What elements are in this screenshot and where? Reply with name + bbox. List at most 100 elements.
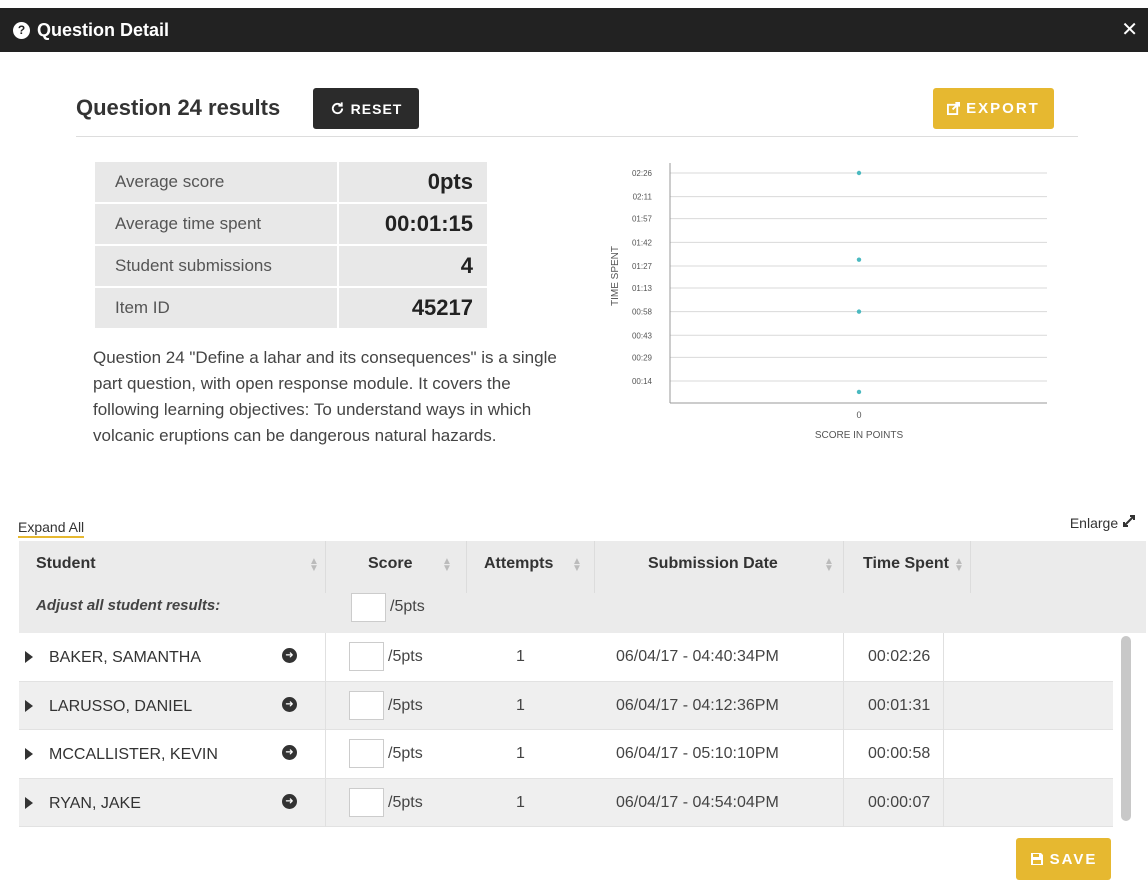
sort-icon[interactable]: ▲ ▼ (824, 557, 834, 574)
y-tick-label: 01:42 (632, 238, 653, 247)
floppy-disk-icon (1030, 853, 1043, 865)
pts-suffix: /5pts (388, 793, 423, 811)
help-icon: ? (13, 22, 30, 39)
student-name: RYAN, JAKE (49, 794, 141, 812)
col-score[interactable]: Score (368, 555, 412, 573)
arrow-right-circle-icon[interactable]: ➜ (282, 793, 297, 809)
stats-table: Average score 0pts Average time spent 00:0… (93, 160, 489, 330)
stat-row: Average score 0pts (93, 160, 489, 204)
pts-suffix: /5pts (388, 696, 423, 714)
time-spent: 00:02:26 (868, 648, 931, 665)
arrow-right-circle-icon[interactable]: ➜ (282, 648, 297, 663)
table-row[interactable]: BAKER, SAMANTHA ➜ /5pts 1 06/04/17 - 04:… (19, 633, 1113, 682)
pts-suffix: /5pts (390, 598, 425, 615)
y-tick-label: 00:14 (632, 377, 653, 386)
data-point (856, 389, 862, 395)
stat-row: Student submissions 4 (93, 244, 489, 288)
expand-arrows-icon (1123, 515, 1135, 527)
reset-button[interactable]: RESET (313, 88, 419, 129)
x-axis-label: SCORE IN POINTS (815, 430, 904, 441)
adjust-all-score-input[interactable] (351, 593, 386, 622)
col-submission-date[interactable]: Submission Date (648, 555, 778, 573)
column-divider (594, 541, 595, 593)
stat-row: Item ID 45217 (93, 286, 489, 330)
window-title: Question Detail (37, 20, 170, 40)
column-divider (843, 730, 844, 778)
attempts-value: 1 (516, 745, 525, 762)
attempts-value: 1 (516, 696, 525, 714)
stat-label: Average score (93, 160, 339, 204)
score-input[interactable] (349, 787, 384, 817)
column-divider (466, 541, 467, 593)
results-table-header: Student ▲ ▼ Score ▲ ▼ Attempts ▲ ▼ Submissi… (19, 541, 1146, 633)
stat-label: Average time spent (93, 202, 339, 246)
sort-icon[interactable]: ▲ ▼ (954, 557, 964, 574)
arrow-right-circle-icon[interactable]: ➜ (282, 745, 297, 760)
column-divider (943, 681, 944, 730)
x-tick-label: 0 (856, 410, 861, 420)
external-link-icon (947, 102, 961, 115)
column-divider (325, 541, 326, 593)
table-row[interactable]: LARUSSO, DANIEL ➜ /5pts 1 06/04/17 - 04:… (19, 681, 1113, 730)
stat-label: Student submissions (93, 244, 339, 288)
stat-value: 00:01:15 (337, 202, 489, 246)
column-divider (843, 541, 844, 593)
student-name: MCCALLISTER, KEVIN (49, 746, 218, 763)
stat-value: 0pts (337, 160, 489, 204)
column-divider (943, 730, 944, 778)
save-button[interactable]: SAVE (1016, 838, 1111, 880)
results-table-body: BAKER, SAMANTHA ➜ /5pts 1 06/04/17 - 04:… (19, 633, 1113, 827)
export-label: EXPORT (966, 100, 1040, 117)
column-divider (843, 633, 844, 681)
col-student[interactable]: Student (36, 555, 96, 573)
pts-suffix: /5pts (388, 745, 423, 762)
enlarge-label: Enlarge (1069, 515, 1119, 531)
submission-date: 06/04/17 - 04:40:34PM (616, 648, 779, 665)
arrow-right-circle-icon[interactable]: ➜ (282, 696, 297, 712)
data-point (856, 170, 862, 176)
data-point (856, 257, 862, 262)
score-input[interactable] (349, 739, 384, 768)
sort-icon[interactable]: ▲ ▼ (572, 557, 582, 574)
table-row[interactable]: RYAN, JAKE ➜ /5pts 1 06/04/17 - 04:54:04… (19, 778, 1113, 827)
pts-suffix: /5pts (388, 648, 423, 665)
column-divider (325, 681, 326, 730)
column-divider (325, 633, 326, 681)
divider (76, 136, 1078, 137)
y-tick-label: 02:26 (632, 169, 653, 178)
adjust-all-label: Adjust all student results: (36, 597, 221, 614)
title-bar: ? Question Detail ✕ (0, 8, 1148, 52)
stat-value: 4 (337, 244, 489, 288)
stat-row: Average time spent 00:01:15 (93, 202, 489, 246)
expand-caret-icon[interactable] (25, 651, 33, 663)
close-icon[interactable]: ✕ (1121, 17, 1138, 42)
student-name: BAKER, SAMANTHA (49, 649, 202, 666)
col-attempts[interactable]: Attempts (484, 555, 553, 573)
export-button[interactable]: EXPORT (933, 88, 1054, 129)
expand-caret-icon[interactable] (25, 748, 33, 760)
expand-caret-icon[interactable] (25, 796, 33, 809)
col-time-spent[interactable]: Time Spent (863, 555, 949, 573)
submission-date: 06/04/17 - 04:54:04PM (616, 793, 779, 811)
column-divider (843, 681, 844, 730)
sort-icon[interactable]: ▲ ▼ (309, 557, 319, 574)
sort-icon[interactable]: ▲ ▼ (442, 557, 452, 574)
submission-date: 06/04/17 - 05:10:10PM (616, 745, 779, 762)
y-tick-label: 00:58 (632, 308, 653, 317)
expand-caret-icon[interactable] (25, 699, 33, 712)
column-divider (843, 778, 844, 827)
stat-value: 45217 (337, 286, 489, 330)
time-spent: 00:01:31 (868, 696, 931, 714)
enlarge-button[interactable]: Enlarge (1070, 514, 1136, 531)
time-vs-score-chart: 00:14 00:29 00:43 00:58 01:13 01:27 01:42 01:57… (610, 163, 1047, 441)
page-title: Question 24 results (76, 95, 281, 120)
score-input[interactable] (349, 642, 384, 671)
scrollbar[interactable] (1121, 636, 1131, 821)
column-divider (325, 778, 326, 827)
score-input[interactable] (349, 690, 384, 720)
y-tick-label: 02:11 (633, 193, 653, 202)
table-row[interactable]: MCCALLISTER, KEVIN ➜ /5pts 1 06/04/17 - … (19, 730, 1113, 779)
expand-all-link[interactable]: Expand All (18, 519, 85, 538)
stat-label: Item ID (93, 286, 339, 330)
student-name: LARUSSO, DANIEL (49, 697, 193, 715)
